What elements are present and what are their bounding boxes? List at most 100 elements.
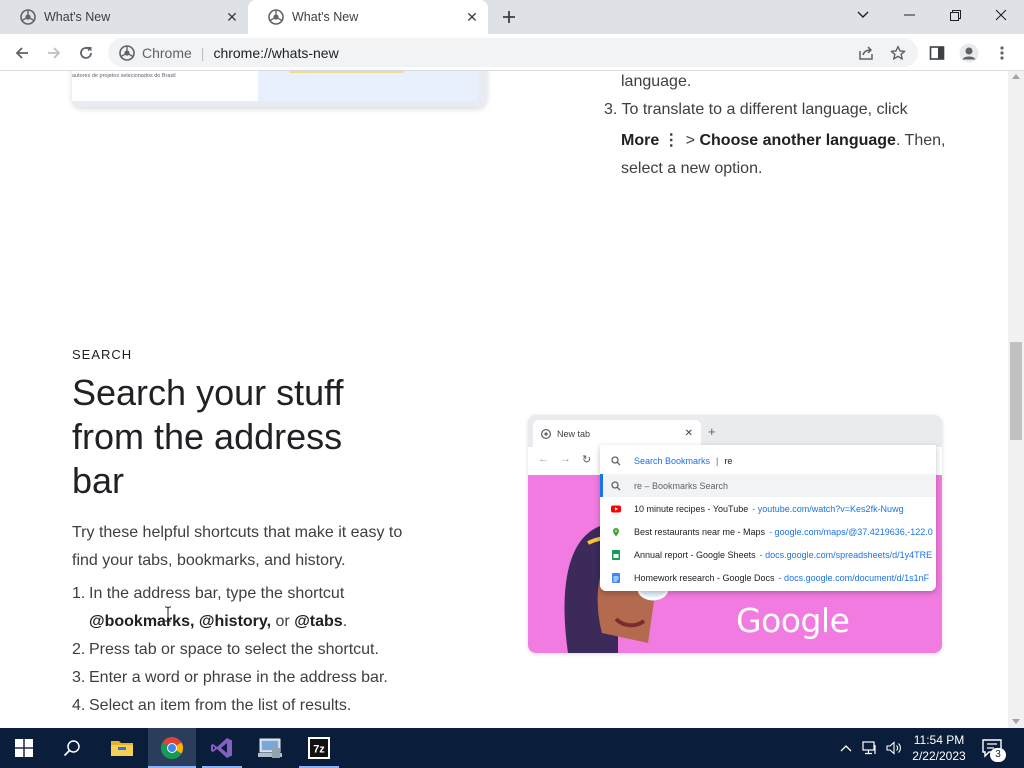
taskbar-computer-management[interactable] xyxy=(246,728,294,768)
card-highlight-strip xyxy=(289,71,404,73)
chevron-up-icon[interactable] xyxy=(840,744,852,752)
side-panel-button[interactable] xyxy=(923,39,951,67)
card-left-panel: autores de projetos selecionados do Bras… xyxy=(72,71,258,101)
vertical-scrollbar[interactable] xyxy=(1008,71,1024,728)
start-button[interactable] xyxy=(0,728,48,768)
share-icon xyxy=(859,46,873,60)
step-text: Press tab or space to select the shortcu… xyxy=(89,641,379,658)
suggestion-row: Homework research - Google Docs - docs.g… xyxy=(600,566,936,589)
then-text: . Then, xyxy=(895,132,946,149)
windows-taskbar: 7z 11:54 PM 2/22/2023 3 xyxy=(0,728,1024,768)
section-headline: Search your stuff from the address bar xyxy=(72,372,344,501)
scroll-down-arrow-icon[interactable] xyxy=(1012,719,1020,724)
search-step-2: 2. Press tab or space to select the short… xyxy=(72,636,379,664)
close-icon[interactable]: ✕ xyxy=(222,7,242,27)
suggestion-row: 10 minute recipes - YouTube - youtube.co… xyxy=(600,497,936,520)
page-content: autores de projetos selecionados do Bras… xyxy=(0,71,1008,728)
chrome-icon xyxy=(20,9,36,25)
close-icon: ✕ xyxy=(684,428,693,439)
suggestion-row: Best restaurants near me - Maps - google… xyxy=(600,520,936,543)
arrow-right-icon xyxy=(48,47,61,59)
scroll-up-arrow-icon[interactable] xyxy=(1012,74,1020,79)
step-number: 1. xyxy=(72,585,86,602)
restore-icon xyxy=(949,9,961,21)
search-step-1-shortcuts: @bookmarks, @history, or @tabs. xyxy=(72,608,347,636)
omnibox-chip: Search Bookmarks xyxy=(634,455,711,466)
taskbar-clock[interactable]: 11:54 PM 2/22/2023 xyxy=(905,732,973,764)
taskbar-file-explorer[interactable] xyxy=(98,728,146,768)
omnibox-divider: | xyxy=(716,455,719,466)
illustration-omnibox-dropdown: Search Bookmarks | re re – Bookmarks Sea… xyxy=(600,445,936,591)
search-icon xyxy=(611,480,621,490)
scrollbar-thumb[interactable] xyxy=(1010,342,1022,440)
docs-icon xyxy=(612,572,620,583)
search-icon xyxy=(611,455,621,465)
step-text: In the address bar, type the shortcut xyxy=(89,585,345,602)
more-label: More xyxy=(621,132,660,149)
new-tab-button[interactable] xyxy=(498,6,520,28)
menu-button[interactable] xyxy=(988,39,1016,67)
translate-step-3-line3: select a new option. xyxy=(621,160,763,177)
taskbar-chrome[interactable] xyxy=(148,728,196,768)
close-window-button[interactable] xyxy=(978,0,1024,30)
side-panel-icon xyxy=(929,46,945,60)
taskbar-visual-studio[interactable] xyxy=(198,728,246,768)
volume-icon[interactable] xyxy=(886,741,902,755)
chrome-icon xyxy=(119,44,135,61)
file-explorer-icon xyxy=(111,741,133,756)
suggestion-url: - docs.google.com/document/d/1s1nF xyxy=(778,572,930,583)
search-button[interactable] xyxy=(48,728,96,768)
restore-button[interactable] xyxy=(932,0,978,30)
windows-logo-icon xyxy=(15,739,33,757)
share-button[interactable] xyxy=(852,39,880,67)
plus-icon: + xyxy=(708,424,716,439)
shortcut-bookmarks-history: @bookmarks, @history, xyxy=(89,613,272,630)
taskbar-7zip[interactable]: 7z xyxy=(295,728,343,768)
suggestion-url: - youtube.com/watch?v=Kes2fk-Nuwg xyxy=(752,503,904,514)
bookmark-star-button[interactable] xyxy=(884,39,912,67)
gt-sign: > xyxy=(681,132,700,149)
suggestion-label: Annual report - Google Sheets xyxy=(634,549,756,560)
back-button[interactable] xyxy=(8,39,36,67)
period: . xyxy=(342,613,348,630)
seven-zip-icon: 7z xyxy=(308,737,330,759)
plus-icon xyxy=(503,11,515,23)
step-text: To translate to a different language, cl… xyxy=(621,101,908,118)
tab-whats-new-1[interactable]: What's New ✕ xyxy=(0,0,248,34)
search-step-3: 3. Enter a word or phrase in the address … xyxy=(72,664,388,692)
tab-strip: What's New ✕ What's New ✕ xyxy=(0,0,1024,34)
or-text: or xyxy=(271,613,295,630)
address-bar[interactable]: Chrome | chrome://whats-new xyxy=(108,38,918,67)
google-logo-text: Google xyxy=(736,601,850,640)
profile-button[interactable] xyxy=(955,39,983,67)
tab-whats-new-2[interactable]: What's New ✕ xyxy=(248,0,488,34)
forward-button[interactable] xyxy=(40,39,68,67)
tab-search-button[interactable] xyxy=(840,0,886,30)
section-eyebrow: SEARCH xyxy=(72,347,133,362)
search-illustration: New tab ✕ + ← → ↻ Google Search Bookmark… xyxy=(528,415,942,653)
svg-text:7z: 7z xyxy=(313,744,325,756)
minimize-icon xyxy=(903,14,915,16)
translate-screenshot-card: autores de projetos selecionados do Bras… xyxy=(72,71,487,107)
star-icon xyxy=(890,45,906,60)
suggestion-label: Homework research - Google Docs xyxy=(634,572,775,583)
close-icon[interactable]: ✕ xyxy=(462,7,482,27)
arrow-left-icon xyxy=(15,47,28,59)
translate-step-3-line2: More ⋮ > Choose another language. Then, xyxy=(621,130,945,150)
chevron-down-icon xyxy=(857,11,869,18)
translate-line-language: language. xyxy=(621,73,692,90)
minimize-button[interactable] xyxy=(886,0,932,30)
step-number: 2. xyxy=(72,641,86,658)
network-icon[interactable] xyxy=(862,741,878,755)
toolbar: Chrome | chrome://whats-new xyxy=(0,34,1024,71)
suggestion-row: Annual report - Google Sheets - docs.goo… xyxy=(600,543,936,566)
search-step-1: 1. In the address bar, type the shortcut xyxy=(72,580,344,608)
step-text: Select an item from the list of results. xyxy=(89,697,352,714)
illustration-tab-title: New tab xyxy=(557,428,591,439)
kebab-menu-icon xyxy=(1000,46,1004,60)
visual-studio-icon xyxy=(211,738,232,758)
reload-button[interactable] xyxy=(72,39,100,67)
step-number: 3. xyxy=(604,101,618,118)
step-number: 3. xyxy=(72,669,86,686)
more-vert-icon: ⋮ xyxy=(663,132,680,149)
